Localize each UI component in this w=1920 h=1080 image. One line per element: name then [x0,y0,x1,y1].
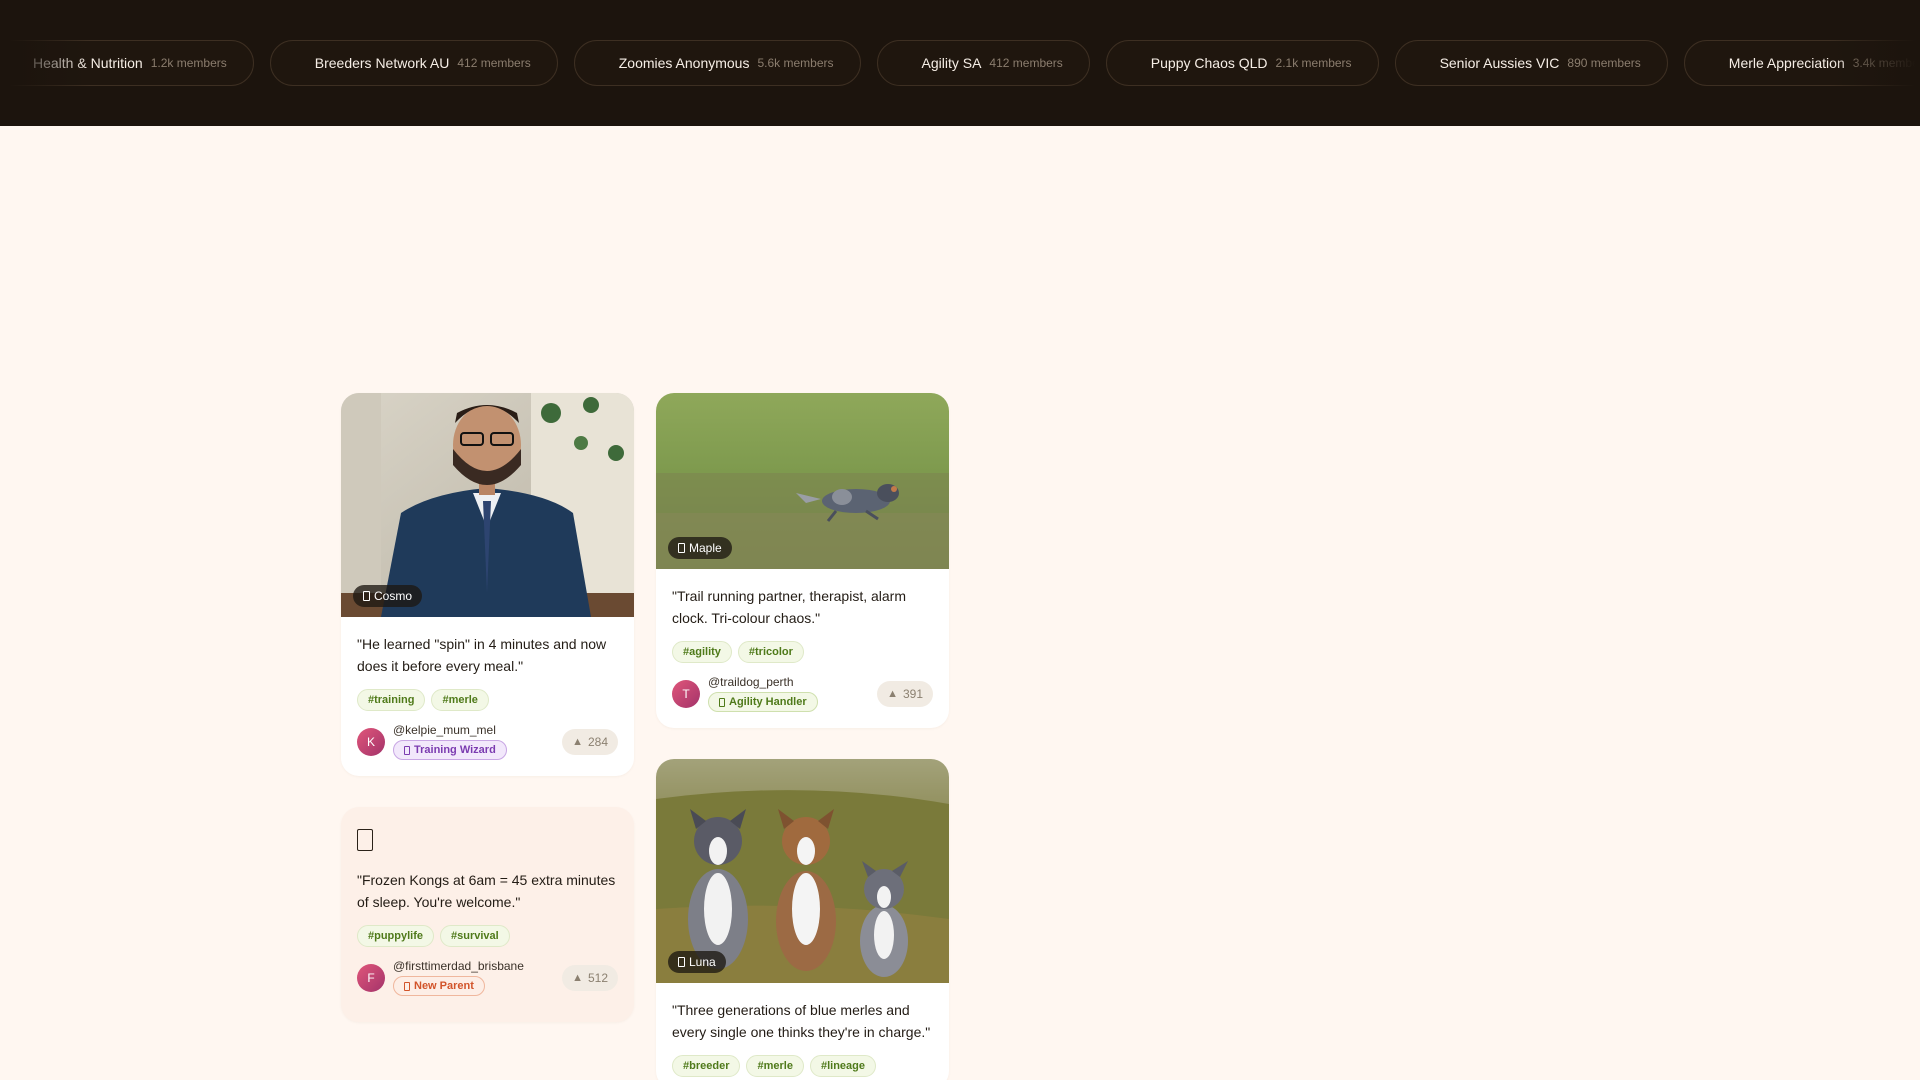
tag[interactable]: #breeder [672,1055,741,1077]
tag-list: #breeder #merle #lineage [672,1055,933,1077]
dog-name: Maple [689,541,722,555]
badge-icon [404,745,410,755]
community-list: Health & Nutrition 1.2k members Breeders… [0,40,1920,86]
author-badge-label: Agility Handler [729,696,807,708]
community-pill-senior-aussies[interactable]: Senior Aussies VIC 890 members [1394,40,1668,86]
author-badge: Training Wizard [393,740,507,760]
post-footer: F @firsttimerdad_brisbane New Parent ▲ 5… [357,959,618,996]
community-pill-merle[interactable]: Merle Appreciation 3.4k members [1683,40,1920,86]
avatar[interactable]: T [672,679,700,708]
post-quote: "Trail running partner, therapist, alarm… [672,588,907,626]
paw-icon [678,543,685,553]
post-photo[interactable]: Maple [656,393,949,569]
author-handle[interactable]: @firsttimerdad_brisbane [393,959,562,973]
community-member-count: 3.4k members [1852,56,1920,70]
community-member-count: 5.6k members [757,56,834,70]
community-name: Merle Appreciation [1728,55,1845,71]
tag[interactable]: #merle [746,1055,804,1077]
community-member-count: 412 members [989,56,1063,70]
post-quote: "Frozen Kongs at 6am = 45 extra minutes … [357,872,616,910]
author-handle[interactable]: @kelpie_mum_mel [393,723,562,737]
community-name: Senior Aussies VIC [1439,55,1560,71]
community-member-count: 890 members [1567,56,1641,70]
tag-list: #agility #tricolor [672,641,933,663]
tag[interactable]: #puppylife [357,925,435,947]
tag-list: #training #merle [357,689,618,711]
community-name: Agility SA [921,55,982,71]
author-badge-label: Training Wizard [414,744,496,756]
author-badge: Agility Handler [708,692,818,712]
community-pill-health[interactable]: Health & Nutrition 1.2k members [0,40,254,86]
dog-name-chip: Cosmo [353,585,423,607]
community-name: Breeders Network AU [314,55,450,71]
community-ticker: Health & Nutrition 1.2k members Breeders… [0,0,1920,126]
upvote-button[interactable]: ▲ 284 [562,728,618,755]
tag[interactable]: #lineage [809,1055,876,1077]
post-photo-image [656,759,949,983]
community-name: Puppy Chaos QLD [1150,55,1268,71]
avatar[interactable]: F [357,963,385,992]
paw-icon [678,957,685,967]
author-badge: New Parent [393,976,485,996]
vote-count: 512 [587,970,608,985]
upvote-button[interactable]: ▲ 512 [562,964,618,991]
community-name: Zoomies Anonymous [618,55,750,71]
vote-count: 391 [902,686,923,701]
paw-icon [363,591,370,601]
community-member-count: 412 members [457,56,531,70]
dog-name-chip: Maple [668,537,732,559]
vote-count: 284 [587,734,608,749]
post-card[interactable]: Maple "Trail running partner, therapist,… [656,393,949,728]
author-badge-label: New Parent [414,980,474,992]
community-pill-agility[interactable]: Agility SA 412 members [876,40,1090,86]
badge-icon [719,697,725,707]
dog-name: Cosmo [374,589,413,603]
upvote-arrow-icon: ▲ [572,971,583,984]
post-footer: T @traildog_perth Agility Handler ▲ 391 [672,675,933,712]
community-pill-puppy-chaos[interactable]: Puppy Chaos QLD 2.1k members [1105,40,1379,86]
tag[interactable]: #survival [440,925,510,947]
upvote-arrow-icon: ▲ [572,735,583,748]
tag[interactable]: #merle [431,689,489,711]
dog-name: Luna [689,955,716,969]
post-card[interactable]: Cosmo "He learned "spin" in 4 minutes an… [341,393,634,776]
upvote-arrow-icon: ▲ [887,687,898,700]
tag[interactable]: #agility [672,641,732,663]
author-handle[interactable]: @traildog_perth [708,675,877,689]
community-pill-breeders[interactable]: Breeders Network AU 412 members [269,40,558,86]
tag-list: #puppylife #survival [357,925,618,947]
post-quote: "He learned "spin" in 4 minutes and now … [357,636,607,674]
tip-card-icon [357,829,373,851]
tip-card[interactable]: "Frozen Kongs at 6am = 45 extra minutes … [341,807,634,1022]
community-member-count: 1.2k members [150,56,227,70]
post-quote: "Three generations of blue merles and ev… [672,1002,931,1040]
post-photo-image [341,393,634,617]
upvote-button[interactable]: ▲ 391 [877,680,933,707]
badge-icon [404,981,410,991]
avatar[interactable]: K [357,727,385,756]
community-member-count: 2.1k members [1275,56,1352,70]
post-card[interactable]: Luna "Three generations of blue merles a… [656,759,949,1080]
dog-name-chip: Luna [668,951,726,973]
tag[interactable]: #tricolor [737,641,804,663]
tag[interactable]: #training [357,689,426,711]
post-footer: K @kelpie_mum_mel Training Wizard ▲ 284 [357,723,618,760]
post-photo[interactable]: Cosmo [341,393,634,617]
community-pill-zoomies[interactable]: Zoomies Anonymous 5.6k members [573,40,861,86]
post-photo[interactable]: Luna [656,759,949,983]
community-name: Health & Nutrition [33,55,143,71]
